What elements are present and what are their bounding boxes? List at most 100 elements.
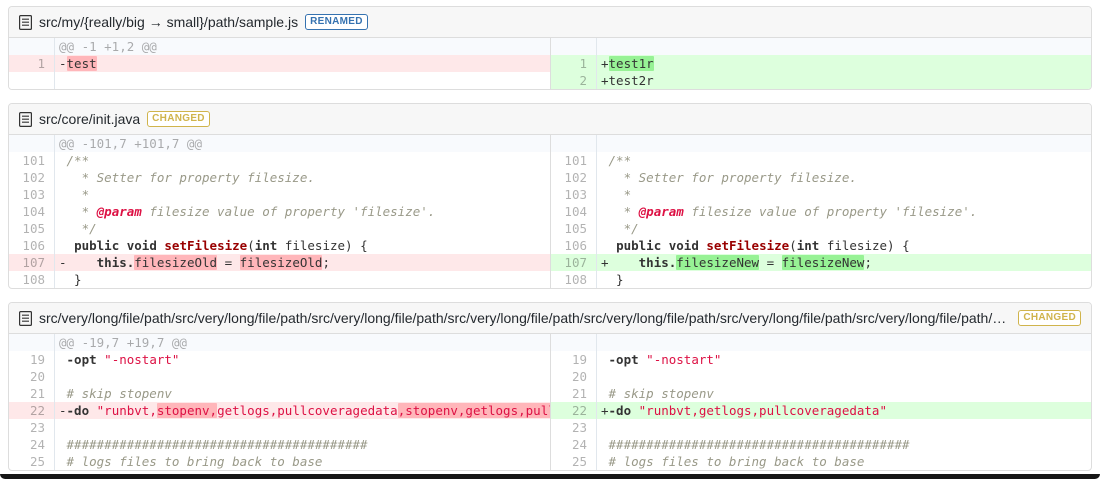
line-number: 23 xyxy=(551,419,597,436)
diff-side-new: 19 -opt "-nostart" 20 21 # skip stopenv 22 +… xyxy=(550,334,1091,470)
line-number: 103 xyxy=(551,186,597,203)
diff-row-ctx: 103 * xyxy=(9,186,550,203)
diff-row-ctx: 108 } xyxy=(9,271,550,288)
code-line: * xyxy=(601,187,632,202)
line-number: 24 xyxy=(551,436,597,453)
code-line: +-do "runbvt,getlogs,pullcoveragedata" xyxy=(601,403,887,418)
code-line: -opt "-nostart" xyxy=(66,352,180,367)
line-number: 108 xyxy=(551,271,597,288)
diff-row-ctx: 104 * @param filesize value of property … xyxy=(9,203,550,220)
file-icon xyxy=(19,14,32,30)
line-number xyxy=(9,38,55,55)
diff-row-ctx: 106 public void setFilesize(int filesize… xyxy=(9,237,550,254)
code-line: + this.filesizeNew = filesizeNew; xyxy=(601,255,872,270)
diff-row-ctx: 101 /** xyxy=(9,152,550,169)
diff-side-old: @@ -101,7 +101,7 @@ 101 /** 102 * Setter f… xyxy=(9,135,550,288)
code-line: @@ -101,7 +101,7 @@ xyxy=(59,136,202,151)
code-line: -test xyxy=(59,56,97,71)
diff-row-info xyxy=(551,135,1091,152)
window-bottom-edge xyxy=(0,474,1100,479)
diff-row-del: 107 - this.filesizeOld = filesizeOld; xyxy=(9,254,550,271)
diff-row-info xyxy=(551,38,1091,55)
code-line: +test2r xyxy=(601,73,654,88)
code-line: --do "runbvt,stopenv,getlogs,pullcoverag… xyxy=(55,402,550,419)
line-number: 101 xyxy=(551,152,597,169)
line-number: 106 xyxy=(551,237,597,254)
diff-row-ctx: 104 * @param filesize value of property … xyxy=(551,203,1091,220)
file-header: src/very/long/file/path/src/very/long/fi… xyxy=(9,303,1091,334)
file-status-badge: RENAMED xyxy=(305,14,368,30)
diff-row-ins: 2 +test2r xyxy=(551,72,1091,89)
line-number: 25 xyxy=(9,453,55,470)
line-number: 1 xyxy=(551,55,597,72)
code-line: # logs files to bring back to base xyxy=(601,454,865,469)
line-number xyxy=(9,135,55,152)
file-card-renamed-js: src/my/{really/big → small}/path/sample.… xyxy=(8,6,1092,90)
line-number: 1 xyxy=(9,55,55,72)
diff-viewer: src/my/{really/big → small}/path/sample.… xyxy=(0,0,1100,471)
line-number: 105 xyxy=(551,220,597,237)
file-icon xyxy=(19,310,32,326)
line-number: 102 xyxy=(9,169,55,186)
diff-row-info: @@ -101,7 +101,7 @@ xyxy=(9,135,550,152)
line-number xyxy=(551,334,597,351)
diff-row-info xyxy=(551,334,1091,351)
line-number xyxy=(551,38,597,55)
diff-row-ctx: 105 */ xyxy=(9,220,550,237)
diff-row-ctx: 101 /** xyxy=(551,152,1091,169)
line-number: 25 xyxy=(551,453,597,470)
diff-row-del: 1 -test xyxy=(9,55,550,72)
diff-row-ctx: 21 # skip stopenv xyxy=(9,385,550,402)
file-icon xyxy=(19,111,32,127)
file-header: src/core/init.java CHANGED xyxy=(9,104,1091,135)
diff-side-old: @@ -1 +1,2 @@ 1 -test xyxy=(9,38,550,89)
code-line: # logs files to bring back to base xyxy=(59,454,323,469)
diff-row-ins: 107 + this.filesizeNew = filesizeNew; xyxy=(551,254,1091,271)
line-number: 19 xyxy=(9,351,55,368)
diff-table: @@ -101,7 +101,7 @@ 101 /** 102 * Setter f… xyxy=(9,135,1091,288)
line-number: 102 xyxy=(551,169,597,186)
diff-table: @@ -1 +1,2 @@ 1 -test 1 +test1r 2 +test2r xyxy=(9,38,1091,89)
line-number: 103 xyxy=(9,186,55,203)
code-line: * Setter for property filesize. xyxy=(601,170,857,185)
line-number xyxy=(9,72,55,89)
diff-side-old: @@ -19,7 +19,7 @@ 19 -opt "-nostart" 20 21 … xyxy=(9,334,550,470)
code-line: # skip stopenv xyxy=(59,386,172,401)
code-line: /** xyxy=(601,153,632,168)
diff-row-ctx: 20 xyxy=(9,368,550,385)
line-number: 19 xyxy=(551,351,597,368)
code-line: ######################################## xyxy=(601,437,910,452)
diff-row-ctx: 24 #####################################… xyxy=(551,436,1091,453)
line-number: 101 xyxy=(9,152,55,169)
code-line: - this.filesizeOld = filesizeOld; xyxy=(59,255,330,270)
code-line: public void setFilesize(int filesize) { xyxy=(616,238,910,253)
diff-row-info: @@ -19,7 +19,7 @@ xyxy=(9,334,550,351)
line-number: 22 xyxy=(551,402,597,419)
file-status-badge: CHANGED xyxy=(1018,310,1081,326)
code-line: * Setter for property filesize. xyxy=(59,170,315,185)
code-line: } xyxy=(601,272,624,287)
line-number: 21 xyxy=(9,385,55,402)
diff-row-empty xyxy=(9,72,550,89)
diff-row-ctx: 23 xyxy=(9,419,550,436)
code-line: } xyxy=(59,272,82,287)
diff-row-ins: 1 +test1r xyxy=(551,55,1091,72)
diff-row-ctx: 21 # skip stopenv xyxy=(551,385,1091,402)
line-number: 23 xyxy=(9,419,55,436)
code-line: /** xyxy=(59,153,90,168)
diff-row-ctx: 23 xyxy=(551,419,1091,436)
code-line: +test1r xyxy=(601,56,654,71)
line-number: 24 xyxy=(9,436,55,453)
code-line: ######################################## xyxy=(59,437,368,452)
line-number: 2 xyxy=(551,72,597,89)
line-number: 107 xyxy=(551,254,597,271)
diff-row-ctx: 102 * Setter for property filesize. xyxy=(9,169,550,186)
diff-row-ctx: 108 } xyxy=(551,271,1091,288)
